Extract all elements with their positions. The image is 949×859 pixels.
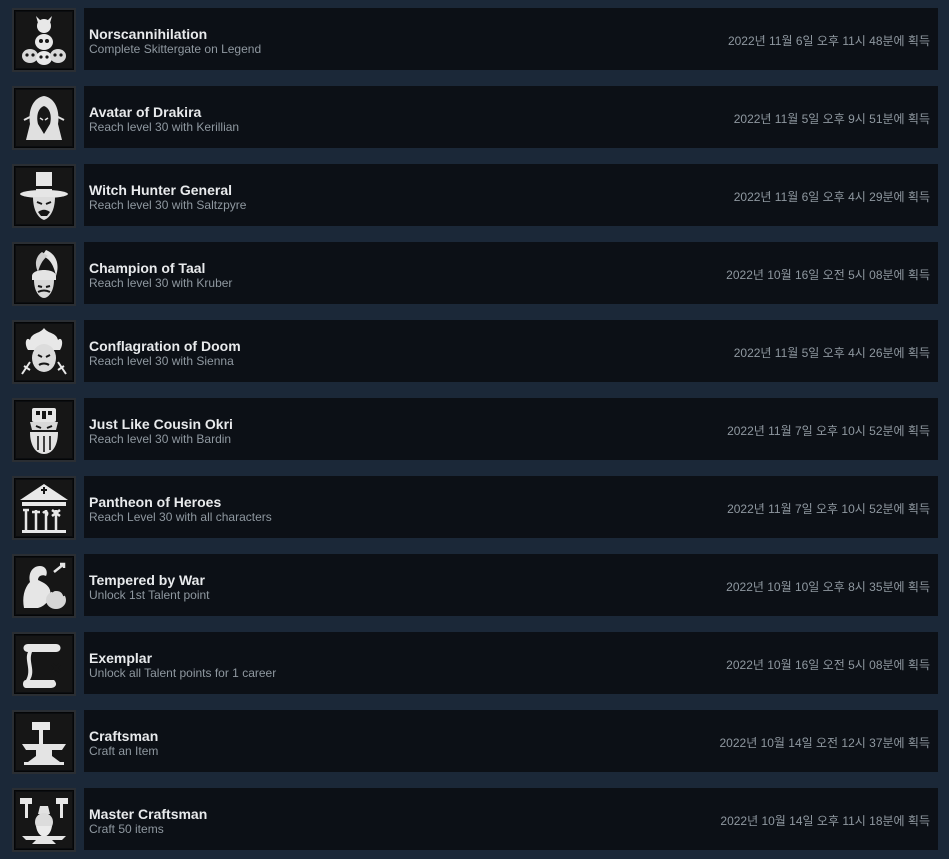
achievement-unlock-time: 2022년 11월 6일 오후 4시 29분에 획득 (733, 190, 930, 204)
achievement-title: Just Like Cousin Okri (89, 416, 233, 432)
achievement-description: Reach level 30 with Bardin (89, 432, 232, 446)
achievement-info: Master Craftsman Craft 50 items 2022년 10… (84, 788, 938, 850)
achievement-icon-frame (12, 164, 76, 228)
achievement-info: Pantheon of Heroes Reach Level 30 with a… (84, 476, 938, 538)
achievement-unlock-time: 2022년 11월 7일 오후 10시 52분에 획득 (727, 424, 930, 438)
achievement-unlock-time: 2022년 11월 5일 오후 4시 26분에 획득 (733, 346, 930, 360)
achievement-icon-frame (12, 398, 76, 462)
achievement-row[interactable]: Craftsman Craft an Item 2022년 10월 14일 오전… (12, 710, 938, 774)
achievement-unlock-time: 2022년 10월 14일 오전 12시 37분에 획득 (719, 736, 931, 750)
achievement-row[interactable]: Avatar of Drakira Reach level 30 with Ke… (12, 86, 938, 150)
achievement-title: Tempered by War (89, 572, 205, 588)
achievement-unlock-time: 2022년 10월 16일 오전 5시 08분에 획득 (726, 658, 930, 672)
achievement-icon-frame (12, 8, 76, 72)
achievement-unlock-time: 2022년 10월 10일 오후 8시 35분에 획득 (726, 580, 930, 594)
achievement-icon-frame (12, 788, 76, 852)
achievement-icon-frame (12, 86, 76, 150)
achievement-title: Master Craftsman (89, 806, 208, 822)
dwarf-helmet-icon (16, 402, 72, 458)
achievement-title: Witch Hunter General (89, 182, 233, 198)
achievement-icon-frame (12, 476, 76, 540)
hooded-elf-icon (16, 90, 72, 146)
achievement-description: Complete Skittergate on Legend (89, 42, 262, 56)
achievement-row[interactable]: Conflagration of Doom Reach level 30 wit… (12, 320, 938, 384)
achievement-icon-frame (12, 320, 76, 384)
achievement-row[interactable]: Witch Hunter General Reach level 30 with… (12, 164, 938, 228)
achievement-info: Just Like Cousin Okri Reach level 30 wit… (84, 398, 938, 460)
achievement-icon-frame (12, 710, 76, 774)
achievement-description: Reach level 30 with Sienna (89, 354, 234, 368)
achievement-icon-frame (12, 554, 76, 618)
achievement-description: Reach level 30 with Kruber (89, 276, 233, 290)
achievement-title: Pantheon of Heroes (89, 494, 222, 510)
achievement-unlock-time: 2022년 10월 16일 오전 5시 08분에 획득 (726, 268, 930, 282)
achievement-row[interactable]: Just Like Cousin Okri Reach level 30 wit… (12, 398, 938, 462)
scroll-icon (16, 636, 72, 692)
witch-hunter-hat-icon (16, 168, 72, 224)
achievement-info: Avatar of Drakira Reach level 30 with Ke… (84, 86, 938, 148)
achievement-info: Champion of Taal Reach level 30 with Kru… (84, 242, 938, 304)
achievement-icon-frame (12, 632, 76, 696)
achievement-row[interactable]: Master Craftsman Craft 50 items 2022년 10… (12, 788, 938, 852)
achievement-description: Reach Level 30 with all characters (89, 510, 272, 524)
achievement-info: Norscannihilation Complete Skittergate o… (84, 8, 938, 70)
achievement-info: Tempered by War Unlock 1st Talent point … (84, 554, 938, 616)
dwarf-smith-icon (16, 792, 72, 848)
plumed-helmet-icon (16, 246, 72, 302)
achievement-info: Witch Hunter General Reach level 30 with… (84, 164, 938, 226)
achievement-unlock-time: 2022년 11월 5일 오후 9시 51분에 획득 (733, 112, 930, 126)
hammer-anvil-icon (16, 714, 72, 770)
flaming-head-icon (16, 324, 72, 380)
achievement-row[interactable]: Champion of Taal Reach level 30 with Kru… (12, 242, 938, 306)
achievement-title: Exemplar (89, 650, 153, 666)
achievement-unlock-time: 2022년 11월 6일 오후 11시 48분에 획득 (727, 34, 930, 48)
achievement-info: Craftsman Craft an Item 2022년 10월 14일 오전… (84, 710, 938, 772)
flexed-arm-icon (16, 558, 72, 614)
achievement-title: Champion of Taal (89, 260, 206, 276)
achievement-title: Craftsman (89, 728, 159, 744)
achievement-icon-frame (12, 242, 76, 306)
achievement-row[interactable]: Norscannihilation Complete Skittergate o… (12, 8, 938, 72)
achievement-row[interactable]: Pantheon of Heroes Reach Level 30 with a… (12, 476, 938, 540)
achievement-row[interactable]: Tempered by War Unlock 1st Talent point … (12, 554, 938, 618)
achievement-row[interactable]: Exemplar Unlock all Talent points for 1 … (12, 632, 938, 696)
achievement-description: Unlock 1st Talent point (89, 588, 210, 602)
achievement-list: Norscannihilation Complete Skittergate o… (0, 0, 949, 859)
achievement-info: Exemplar Unlock all Talent points for 1 … (84, 632, 938, 694)
skull-pile-icon (16, 12, 72, 68)
achievement-description: Craft 50 items (89, 822, 164, 836)
achievement-description: Reach level 30 with Saltzpyre (89, 198, 247, 212)
achievement-title: Avatar of Drakira (89, 104, 202, 120)
achievement-title: Conflagration of Doom (89, 338, 241, 354)
achievement-description: Reach level 30 with Kerillian (89, 120, 240, 134)
achievement-description: Craft an Item (89, 744, 159, 758)
achievement-info: Conflagration of Doom Reach level 30 wit… (84, 320, 938, 382)
achievement-unlock-time: 2022년 10월 14일 오후 11시 18분에 획득 (720, 814, 930, 828)
achievement-unlock-time: 2022년 11월 7일 오후 10시 52분에 획득 (727, 502, 930, 516)
temple-weapons-icon (16, 480, 72, 536)
achievement-description: Unlock all Talent points for 1 career (89, 666, 277, 680)
achievement-title: Norscannihilation (89, 26, 208, 42)
